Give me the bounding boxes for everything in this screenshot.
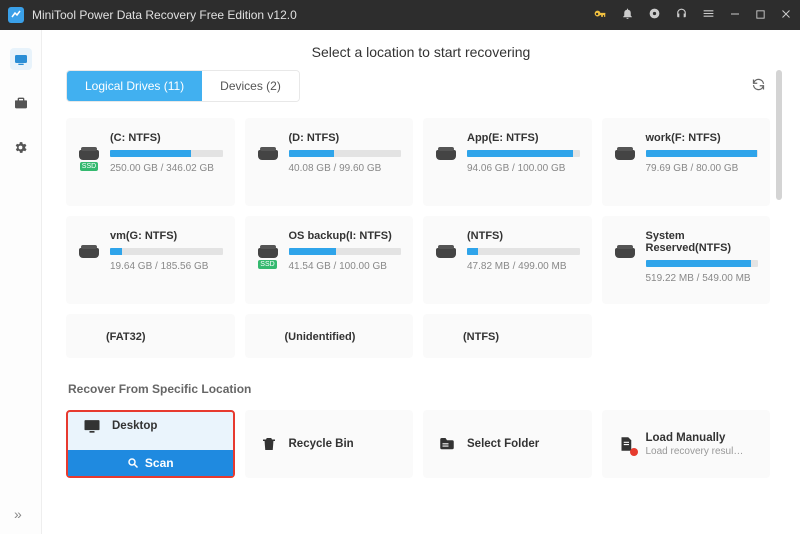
drive-size: 79.69 GB / 80.00 GB (646, 163, 759, 174)
folder-icon (437, 434, 457, 454)
disk-icon: SSD (257, 248, 279, 292)
menu-icon[interactable] (702, 7, 715, 23)
drive-name: OS backup(I: NTFS) (289, 230, 402, 242)
section-specific-location: Recover From Specific Location (68, 382, 770, 396)
usage-bar (289, 248, 402, 255)
drive-card[interactable]: (FAT32) (66, 314, 235, 358)
tab-logical-drives[interactable]: Logical Drives (11) (67, 71, 202, 101)
drive-card[interactable]: (NTFS) 47.82 MB / 499.00 MB (423, 216, 592, 304)
location-label: Load Manually (646, 432, 746, 444)
location-desktop[interactable]: Desktop Scan (66, 410, 235, 478)
scan-button[interactable]: Scan (68, 450, 233, 476)
sidebar-settings-icon[interactable] (10, 136, 32, 158)
drives-grid: SSD (C: NTFS) 250.00 GB / 346.02 GB (D: … (66, 118, 770, 304)
drive-name: (D: NTFS) (289, 132, 402, 144)
disk-icon (614, 150, 636, 194)
drive-card[interactable]: SSD (C: NTFS) 250.00 GB / 346.02 GB (66, 118, 235, 206)
drive-card[interactable]: vm(G: NTFS) 19.64 GB / 185.56 GB (66, 216, 235, 304)
scrollbar-thumb[interactable] (776, 70, 782, 200)
drive-card[interactable]: (NTFS) (423, 314, 592, 358)
minimize-icon[interactable] (729, 8, 741, 23)
drive-name: work(F: NTFS) (646, 132, 759, 144)
window-title: MiniTool Power Data Recovery Free Editio… (32, 8, 593, 22)
location-recycle-bin[interactable]: Recycle Bin (245, 410, 414, 478)
drive-card[interactable]: (D: NTFS) 40.08 GB / 99.60 GB (245, 118, 414, 206)
drive-name: (Unidentified) (285, 331, 356, 343)
trash-icon (259, 434, 279, 454)
drive-name: App(E: NTFS) (467, 132, 580, 144)
drive-size: 19.64 GB / 185.56 GB (110, 261, 223, 272)
key-icon[interactable] (593, 7, 607, 24)
location-label: Select Folder (467, 438, 539, 450)
bell-icon[interactable] (621, 7, 634, 23)
sidebar-toolbox-icon[interactable] (10, 92, 32, 114)
drive-name: (NTFS) (467, 230, 580, 242)
usage-bar (646, 150, 759, 157)
disk-icon (435, 150, 457, 194)
page-heading: Select a location to start recovering (42, 30, 800, 70)
sidebar: » (0, 30, 42, 534)
tabs: Logical Drives (11) Devices (2) (66, 70, 300, 102)
usage-bar (646, 260, 759, 267)
headset-icon[interactable] (675, 7, 688, 23)
drive-name: vm(G: NTFS) (110, 230, 223, 242)
drive-size: 41.54 GB / 100.00 GB (289, 261, 402, 272)
maximize-icon[interactable] (755, 8, 766, 23)
location-select-folder[interactable]: Select Folder (423, 410, 592, 478)
refresh-icon[interactable] (751, 77, 770, 96)
disk-icon (435, 248, 457, 292)
scan-label: Scan (145, 456, 174, 470)
drive-name: System Reserved(NTFS) (646, 230, 759, 254)
drive-name: (NTFS) (463, 331, 499, 343)
drive-card[interactable]: App(E: NTFS) 94.06 GB / 100.00 GB (423, 118, 592, 206)
title-bar: MiniTool Power Data Recovery Free Editio… (0, 0, 800, 30)
drive-size: 94.06 GB / 100.00 GB (467, 163, 580, 174)
usage-bar (110, 248, 223, 255)
app-logo-icon (8, 7, 24, 23)
drive-card[interactable]: System Reserved(NTFS) 519.22 MB / 549.00… (602, 216, 771, 304)
drive-size: 250.00 GB / 346.02 GB (110, 163, 223, 174)
drive-card[interactable]: SSD OS backup(I: NTFS) 41.54 GB / 100.00… (245, 216, 414, 304)
location-load-manually[interactable]: Load Manually Load recovery result (*... (602, 410, 771, 478)
load-icon (616, 434, 636, 454)
sidebar-home-icon[interactable] (10, 48, 32, 70)
expand-sidebar-icon[interactable]: » (14, 506, 22, 522)
desktop-icon (82, 416, 102, 436)
location-subtitle: Load recovery result (*... (646, 446, 746, 457)
usage-bar (467, 248, 580, 255)
drive-name: (FAT32) (106, 331, 146, 343)
tab-devices[interactable]: Devices (2) (202, 71, 299, 101)
drives-grid-row3: (FAT32) (Unidentified) (NTFS) (66, 314, 770, 358)
location-label: Recycle Bin (289, 438, 354, 450)
location-label: Desktop (112, 420, 157, 432)
drive-size: 519.22 MB / 549.00 MB (646, 273, 759, 284)
disk-icon (78, 248, 100, 292)
disc-icon[interactable] (648, 7, 661, 23)
drive-size: 47.82 MB / 499.00 MB (467, 261, 580, 272)
drive-name: (C: NTFS) (110, 132, 223, 144)
scrollbar[interactable] (776, 70, 782, 478)
drive-size: 40.08 GB / 99.60 GB (289, 163, 402, 174)
usage-bar (467, 150, 580, 157)
drive-card[interactable]: work(F: NTFS) 79.69 GB / 80.00 GB (602, 118, 771, 206)
drive-card[interactable]: (Unidentified) (245, 314, 414, 358)
close-icon[interactable] (780, 8, 792, 23)
usage-bar (110, 150, 223, 157)
disk-icon: SSD (78, 150, 100, 194)
disk-icon (614, 248, 636, 292)
usage-bar (289, 150, 402, 157)
disk-icon (257, 150, 279, 194)
